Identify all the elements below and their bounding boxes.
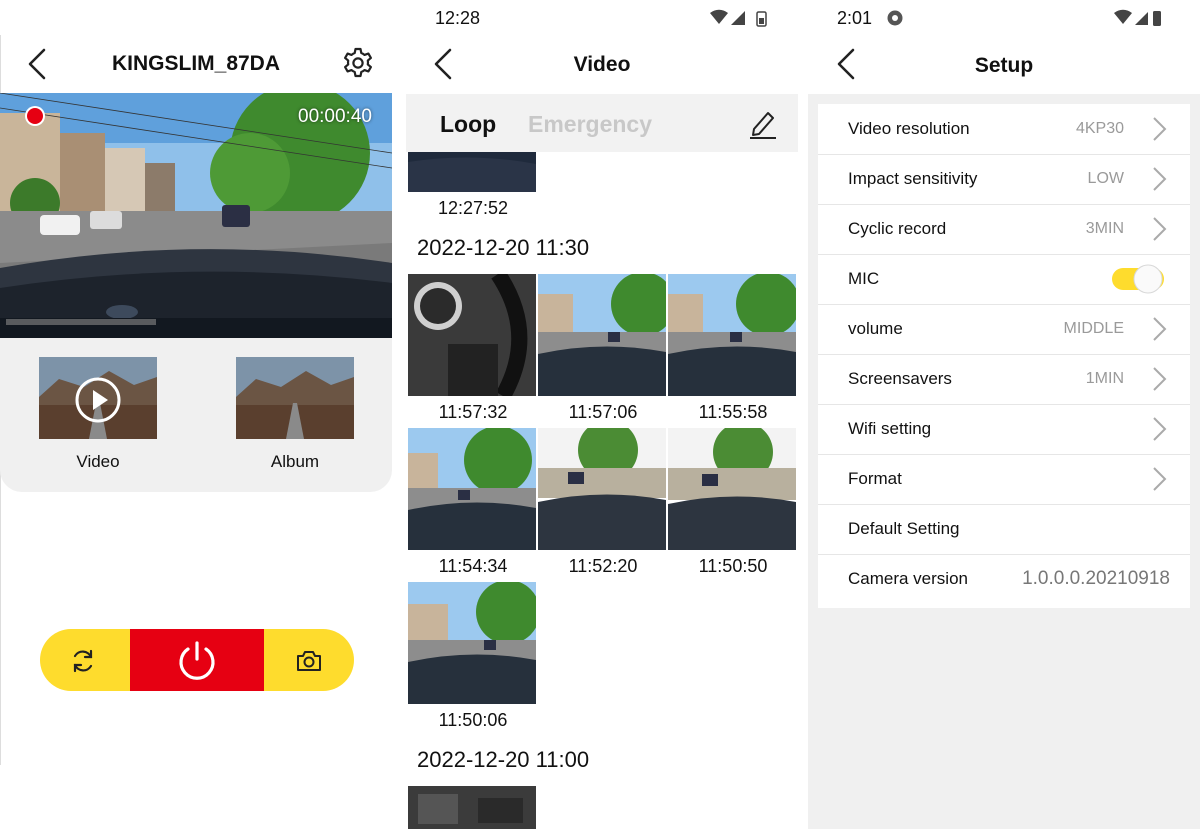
setting-label: Screensavers (848, 369, 952, 388)
chevron-right-icon (1153, 167, 1167, 191)
gear-icon[interactable] (341, 46, 375, 80)
page-title: Video (573, 53, 631, 76)
setting-label: Camera version (848, 569, 968, 588)
back-arrow-icon[interactable] (430, 46, 458, 82)
video-time: 11:55:58 (698, 402, 768, 422)
video-time: 11:50:06 (438, 710, 508, 730)
recording-indicator (27, 108, 43, 124)
setting-mic: MIC (818, 254, 1190, 305)
video-label: Video (76, 452, 120, 471)
chevron-right-icon (1153, 317, 1167, 341)
video-time: 11:57:32 (438, 402, 508, 422)
live-preview (0, 93, 392, 338)
chevron-right-icon (1153, 217, 1167, 241)
setting-label: Format (848, 469, 902, 488)
setting-label: Cyclic record (848, 219, 947, 238)
setting-label: Default Setting (848, 519, 960, 538)
video-list-screen: 12:28 Video Loop Emergency 12:27:52 2022… (402, 0, 808, 829)
album-shortcut[interactable] (236, 357, 354, 439)
device-name: KINGSLIM_87DA (111, 52, 281, 75)
setting-label: Video resolution (848, 119, 970, 138)
video-thumbnail[interactable] (408, 786, 536, 829)
setting-cyclic-record[interactable]: Cyclic record 3MIN (818, 204, 1190, 255)
setting-label: MIC (848, 269, 880, 288)
album-label: Album (270, 452, 320, 471)
setting-wifi[interactable]: Wifi setting (818, 404, 1190, 455)
control-bar (40, 629, 354, 691)
settings-list: Video resolution 4KP30 Impact sensitivit… (818, 104, 1190, 608)
group-header: 2022-12-20 11:30 (417, 235, 590, 260)
video-thumbnail[interactable] (538, 428, 666, 550)
video-thumbnail[interactable] (408, 274, 536, 396)
setting-default[interactable]: Default Setting (818, 504, 1190, 555)
camera-version-value: 1.0.0.0.20210918 (1022, 568, 1170, 589)
tab-emergency[interactable]: Emergency (528, 111, 652, 138)
video-shortcut[interactable] (39, 357, 157, 439)
back-arrow-icon[interactable] (24, 46, 52, 82)
setting-camera-version: Camera version 1.0.0.0.20210918 (818, 554, 1190, 604)
video-time: 12:27:52 (437, 198, 509, 218)
record-button[interactable] (130, 629, 264, 691)
setting-value: MIDDLE (1063, 320, 1124, 337)
chevron-right-icon (1153, 367, 1167, 391)
mic-toggle[interactable] (1112, 264, 1164, 294)
video-time: 11:50:50 (698, 556, 768, 576)
edit-icon[interactable] (748, 107, 778, 139)
status-icons (1114, 9, 1161, 26)
video-thumbnail[interactable] (408, 428, 536, 550)
video-thumbnail[interactable] (408, 152, 536, 192)
setting-screensavers[interactable]: Screensavers 1MIN (818, 354, 1190, 405)
album-thumbnail (236, 357, 354, 439)
setting-video-resolution[interactable]: Video resolution 4KP30 (818, 104, 1190, 155)
video-thumbnail[interactable] (668, 428, 796, 550)
play-icon[interactable] (74, 376, 122, 424)
status-time: 2:01 (837, 8, 873, 28)
chevron-right-icon (1153, 117, 1167, 141)
video-time: 11:57:06 (568, 402, 638, 422)
video-thumbnail[interactable] (538, 274, 666, 396)
setting-label: Wifi setting (848, 419, 932, 438)
setting-impact-sensitivity[interactable]: Impact sensitivity LOW (818, 154, 1190, 205)
setting-value: 4KP30 (1075, 120, 1124, 137)
setting-value: LOW (1087, 170, 1124, 187)
group-header: 2022-12-20 11:00 (417, 747, 590, 772)
camera-icon[interactable] (295, 648, 323, 674)
switch-camera-icon[interactable] (70, 648, 96, 674)
record-timer: 00:00:40 (298, 106, 372, 127)
chevron-right-icon (1153, 467, 1167, 491)
setting-value: 1MIN (1085, 370, 1124, 387)
video-thumbnail[interactable] (408, 582, 536, 704)
back-arrow-icon[interactable] (833, 46, 861, 82)
chrome-icon (887, 10, 903, 26)
video-thumbnail[interactable] (668, 274, 796, 396)
page-title: Setup (974, 54, 1034, 77)
status-icons (710, 9, 767, 27)
setup-screen: 2:01 Setup Video resolution 4KP30 Impact… (808, 0, 1200, 829)
setting-volume[interactable]: volume MIDDLE (818, 304, 1190, 355)
chevron-right-icon (1153, 417, 1167, 441)
camera-home-screen: KINGSLIM_87DA 00:00:40 Video Album (0, 0, 402, 829)
video-time: 11:52:20 (568, 556, 638, 576)
setting-label: volume (848, 319, 903, 338)
setting-value: 3MIN (1085, 220, 1124, 237)
video-time: 11:54:34 (438, 556, 508, 576)
power-icon (179, 641, 215, 680)
status-time: 12:28 (435, 8, 481, 28)
setting-format[interactable]: Format (818, 454, 1190, 505)
setting-label: Impact sensitivity (848, 169, 978, 188)
tab-loop[interactable]: Loop (440, 111, 496, 138)
